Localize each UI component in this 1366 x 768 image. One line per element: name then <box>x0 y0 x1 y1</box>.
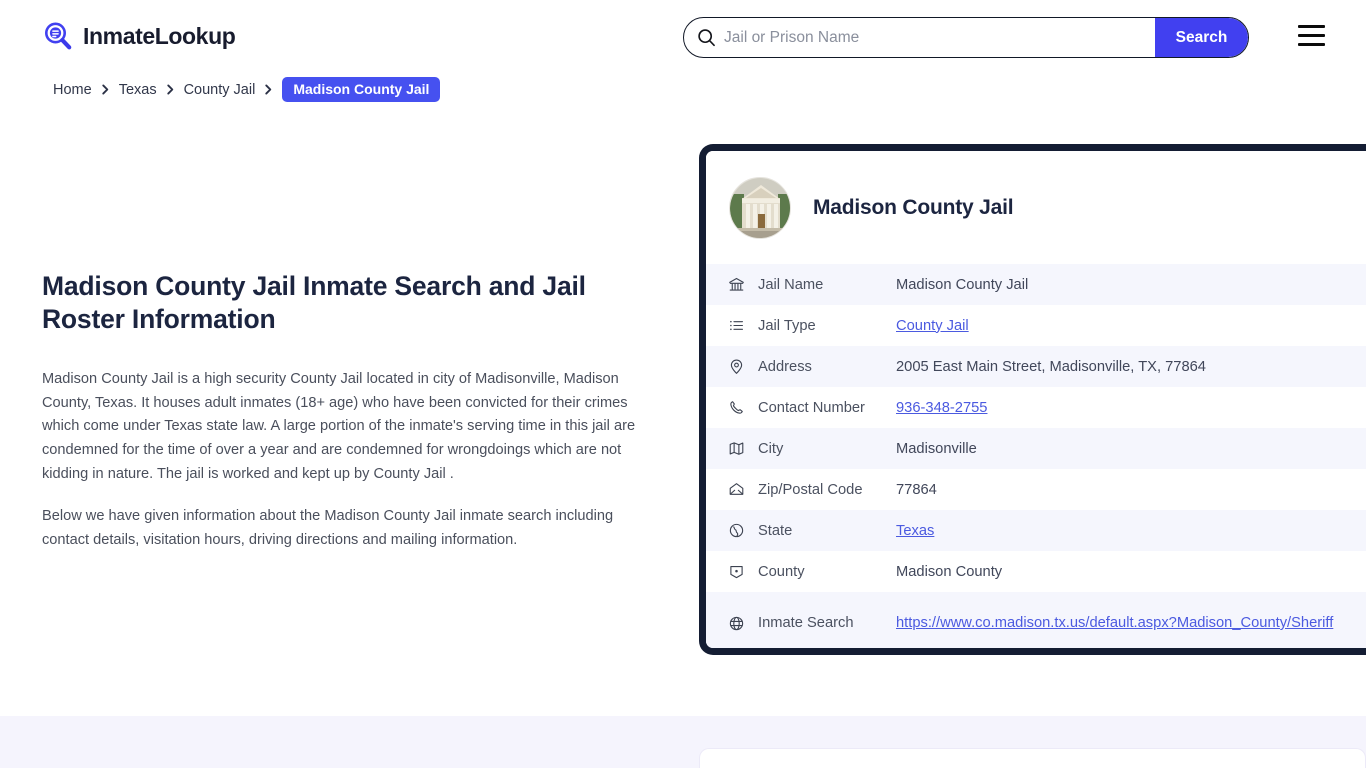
table-row: Inmate Search https://www.co.madison.tx.… <box>706 592 1366 648</box>
row-value: Madison County <box>896 563 1003 580</box>
main-content: Madison County Jail Inmate Search and Ja… <box>42 270 642 572</box>
row-label: Inmate Search <box>758 615 854 631</box>
list-icon <box>728 317 758 334</box>
state-link[interactable]: Texas <box>896 523 934 539</box>
search-icon <box>684 18 720 57</box>
map-pin-icon <box>728 358 758 375</box>
phone-icon <box>728 399 758 416</box>
inmate-search-link[interactable]: https://www.co.madison.tx.us/default.asp… <box>896 615 1333 631</box>
search-list-logo-icon <box>42 20 74 52</box>
table-row: Zip/Postal Code 77864 <box>706 469 1366 510</box>
site-header: InmateLookup Search <box>0 0 1366 72</box>
breadcrumb-item-texas[interactable]: Texas <box>119 82 157 98</box>
row-value: 77864 <box>896 481 937 498</box>
search-bar[interactable]: Search <box>683 17 1249 58</box>
logo-text: InmateLookup <box>83 22 236 49</box>
table-row: Address 2005 East Main Street, Madisonvi… <box>706 346 1366 387</box>
search-input[interactable] <box>720 18 1155 57</box>
row-label: Contact Number <box>758 399 865 416</box>
search-button[interactable]: Search <box>1155 18 1248 57</box>
jail-type-link[interactable]: County Jail <box>896 318 969 334</box>
row-label: Zip/Postal Code <box>758 481 863 498</box>
row-value: Madison County Jail <box>896 276 1029 293</box>
table-row: Jail Name Madison County Jail <box>706 264 1366 305</box>
jail-info-card: Madison County Jail Jail Name Madison Co… <box>699 144 1366 655</box>
row-label: Address <box>758 358 812 375</box>
row-label: City <box>758 440 784 457</box>
site-logo[interactable]: InmateLookup <box>42 20 236 52</box>
breadcrumb-item-county-jail[interactable]: County Jail <box>184 82 256 98</box>
hamburger-bar <box>1298 34 1325 37</box>
breadcrumb-item-current: Madison County Jail <box>282 77 441 102</box>
hamburger-bar <box>1298 43 1325 46</box>
hamburger-bar <box>1298 25 1325 28</box>
web-globe-icon <box>728 615 758 632</box>
row-label: County <box>758 563 805 580</box>
chevron-right-icon <box>101 84 110 95</box>
row-label: Jail Name <box>758 276 824 293</box>
contact-number-link[interactable]: 936-348-2755 <box>896 400 987 416</box>
envelope-icon <box>728 481 758 498</box>
hamburger-menu-icon[interactable] <box>1298 25 1325 46</box>
table-row: Contact Number 936-348-2755 <box>706 387 1366 428</box>
bank-icon <box>728 276 758 293</box>
bottom-next-card <box>699 748 1366 768</box>
table-row: State Texas <box>706 510 1366 551</box>
table-row: City Madisonville <box>706 428 1366 469</box>
table-row: Jail Type County Jail <box>706 305 1366 346</box>
row-value: Madisonville <box>896 440 977 457</box>
jail-card-title: Madison County Jail <box>813 195 1014 219</box>
chevron-right-icon <box>166 84 175 95</box>
jail-card-header: Madison County Jail <box>706 151 1366 264</box>
intro-paragraph-2: Below we have given information about th… <box>42 508 614 549</box>
chevron-right-icon <box>264 84 273 95</box>
globe-icon <box>728 522 758 539</box>
row-label: Jail Type <box>758 317 816 334</box>
page-title: Madison County Jail Inmate Search and Ja… <box>42 271 586 334</box>
courthouse-photo <box>729 176 791 239</box>
intro-paragraph-1: Madison County Jail is a high security C… <box>42 371 636 482</box>
map-icon <box>728 440 758 457</box>
row-value: 2005 East Main Street, Madisonville, TX,… <box>896 358 1206 375</box>
table-row: County Madison County <box>706 551 1366 592</box>
row-label: State <box>758 522 793 539</box>
shield-icon <box>728 563 758 580</box>
breadcrumb-item-home[interactable]: Home <box>53 82 92 98</box>
breadcrumb: Home Texas County Jail Madison County Ja… <box>53 77 441 102</box>
page-root: InmateLookup Search Home Texas <box>0 0 1366 768</box>
